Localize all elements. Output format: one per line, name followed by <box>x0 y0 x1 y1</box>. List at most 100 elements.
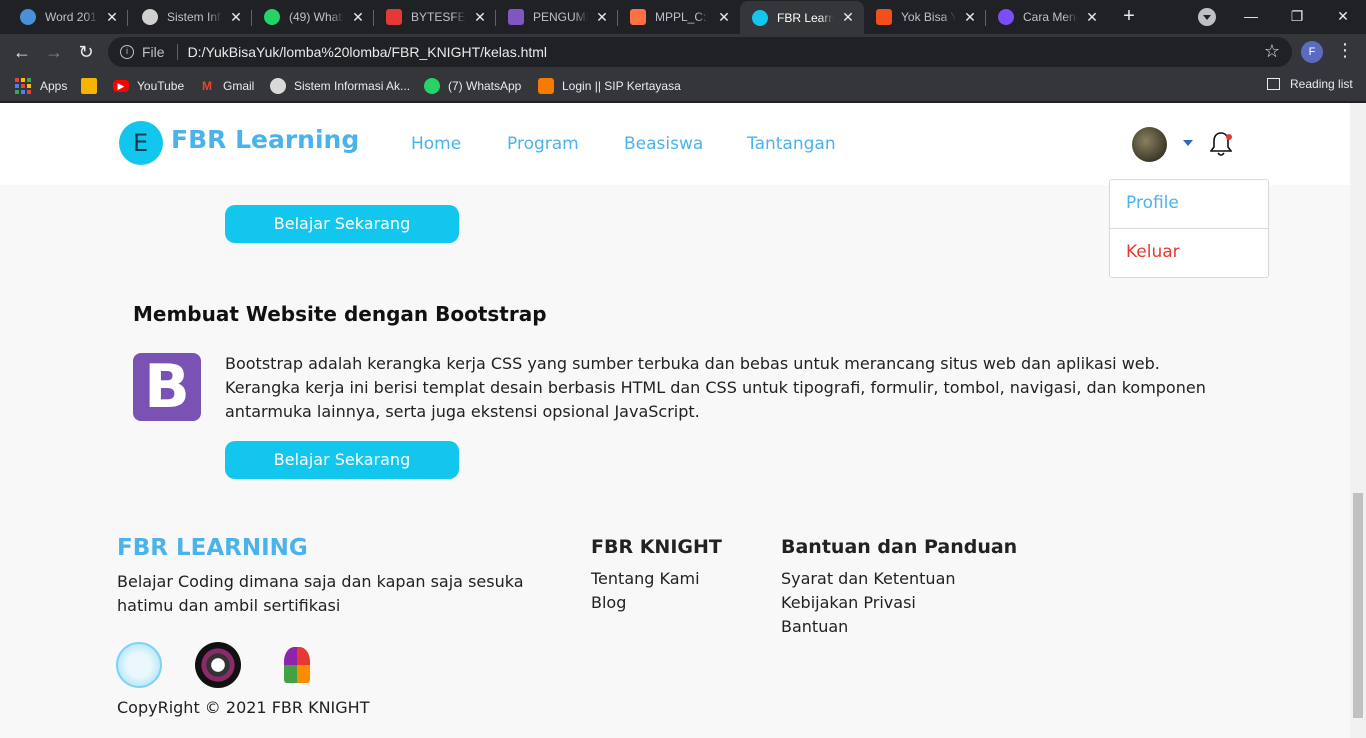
close-tab-icon[interactable]: ✕ <box>594 9 610 26</box>
course-description: Bootstrap adalah kerangka kerja CSS yang… <box>225 354 1206 421</box>
close-tab-icon[interactable]: ✕ <box>472 9 488 26</box>
page-viewport: ... Belajar Sekarang Membuat Website den… <box>0 103 1366 738</box>
browser-toolbar: ← → ↻ i File D:/YukBisaYuk/lomba%20lomba… <box>0 34 1366 70</box>
learn-now-button-bootstrap[interactable]: Belajar Sekarang <box>225 441 459 479</box>
bookmark-label: Sistem Informasi Ak... <box>294 79 411 93</box>
moodle-favicon-icon <box>630 9 646 25</box>
close-tab-icon[interactable]: ✕ <box>716 9 732 26</box>
footer-link-blog[interactable]: Blog <box>591 593 626 612</box>
tab-title: FBR Learning <box>777 10 834 25</box>
tab-title: MPPL_C: M <box>655 10 710 24</box>
bookmark-classroom[interactable] <box>81 77 105 95</box>
dropdown-logout[interactable]: Keluar <box>1126 242 1180 262</box>
close-window-button[interactable]: ✕ <box>1320 4 1366 28</box>
tab-cara-meng[interactable]: Cara Meng ✕ <box>986 2 1108 32</box>
reading-list-button[interactable]: Reading list <box>1267 77 1353 91</box>
nav-link-home[interactable]: Home <box>411 134 461 154</box>
reading-list-label: Reading list <box>1290 77 1353 91</box>
bookmark-star-icon[interactable]: ☆ <box>1264 41 1280 62</box>
tab-title: Word 2016 <box>45 10 98 24</box>
bookmark-label: YouTube <box>137 79 185 93</box>
tab-title: Sistem Info <box>167 10 222 24</box>
bookmark-gmail[interactable]: M Gmail <box>199 77 254 95</box>
info-icon[interactable]: i <box>120 45 134 59</box>
tab-title: (49) WhatsApp <box>289 10 344 24</box>
close-tab-icon[interactable]: ✕ <box>1084 9 1100 26</box>
nav-link-beasiswa[interactable]: Beasiswa <box>624 134 703 154</box>
tab-yok-bisa[interactable]: Yok Bisa Yo ✕ <box>864 2 986 32</box>
tab-word-2016[interactable]: Word 2016 ✕ <box>8 2 128 32</box>
minimize-button[interactable]: — <box>1228 4 1274 28</box>
browser-tab-strip: Word 2016 ✕ Sistem Info ✕ (49) WhatsApp … <box>0 0 1366 34</box>
tab-fbr-learning[interactable]: FBR Learning ✕ <box>740 1 864 34</box>
bookmark-label: (7) WhatsApp <box>448 79 522 93</box>
tab-whatsapp[interactable]: (49) WhatsApp ✕ <box>252 2 374 32</box>
close-tab-icon[interactable]: ✕ <box>104 9 120 26</box>
user-dropdown-menu: Profile Keluar <box>1109 179 1269 278</box>
bookmark-sistem-informasi[interactable]: Sistem Informasi Ak... <box>270 77 410 95</box>
gmail-icon: M <box>202 79 212 93</box>
bookmark-sip-kertayasa[interactable]: Login || SIP Kertayasa <box>538 77 681 95</box>
restore-button[interactable]: ❐ <box>1274 4 1320 28</box>
close-tab-icon[interactable]: ✕ <box>962 9 978 26</box>
forms-favicon-icon <box>508 9 524 25</box>
fbr-logo-icon[interactable] <box>119 121 163 165</box>
community-logo-icon <box>195 642 241 688</box>
footer-heading-fbr-knight: FBR KNIGHT <box>591 536 722 558</box>
dropdown-profile[interactable]: Profile <box>1126 193 1179 213</box>
sistem-info-favicon-icon <box>142 9 158 25</box>
university-logo-icon <box>116 642 162 688</box>
address-bar[interactable]: i File D:/YukBisaYuk/lomba%20lomba/FBR_K… <box>108 37 1292 67</box>
brand-name[interactable]: FBR Learning <box>171 125 359 154</box>
footer-copyright: CopyRight © 2021 FBR KNIGHT <box>117 698 370 717</box>
bootstrap-logo-icon: B <box>133 353 201 421</box>
close-tab-icon[interactable]: ✕ <box>350 9 366 26</box>
course-title: Membuat Website dengan Bootstrap <box>133 302 547 326</box>
close-tab-icon[interactable]: ✕ <box>228 9 244 26</box>
footer-link-bantuan[interactable]: Bantuan <box>781 617 848 636</box>
address-url[interactable]: D:/YukBisaYuk/lomba%20lomba/FBR_KNIGHT/k… <box>188 44 547 60</box>
sistem-informasi-icon <box>270 78 286 94</box>
tab-search-icon[interactable] <box>1198 8 1216 26</box>
partner-logo-icon <box>284 647 310 683</box>
user-avatar[interactable] <box>1132 127 1167 162</box>
address-scheme: File <box>142 44 165 60</box>
reading-list-icon <box>1267 78 1280 90</box>
nav-link-program[interactable]: Program <box>507 134 579 154</box>
chevron-down-icon[interactable] <box>1183 140 1193 151</box>
close-tab-icon[interactable]: ✕ <box>840 9 856 26</box>
learn-now-button-previous[interactable]: Belajar Sekarang <box>225 205 459 243</box>
footer-link-kebijakan[interactable]: Kebijakan Privasi <box>781 593 916 612</box>
tab-mppl[interactable]: MPPL_C: M ✕ <box>618 2 740 32</box>
footer-tagline: Belajar Coding dimana saja dan kapan saj… <box>117 572 524 615</box>
apps-grid-icon <box>15 78 31 94</box>
profile-avatar[interactable]: F <box>1301 41 1323 63</box>
reload-icon[interactable]: ↻ <box>74 40 98 64</box>
footer-link-syarat[interactable]: Syarat dan Ketentuan <box>781 569 956 588</box>
nav-link-tantangan[interactable]: Tantangan <box>747 134 836 154</box>
footer-link-tentang-kami[interactable]: Tentang Kami <box>591 569 700 588</box>
xampp-icon <box>538 78 554 94</box>
fbr-favicon-icon <box>752 9 768 26</box>
bookmark-apps[interactable]: Apps <box>15 77 67 95</box>
youtube-icon: ▶ <box>113 80 129 92</box>
scrollbar-thumb[interactable] <box>1353 493 1363 718</box>
bookmark-youtube[interactable]: ▶ YouTube <box>113 77 184 95</box>
tab-pengumpulan[interactable]: PENGUMPULAN ✕ <box>496 2 618 32</box>
tab-sistem-info[interactable]: Sistem Info ✕ <box>130 2 252 32</box>
tab-title: PENGUMPULAN <box>533 10 588 24</box>
footer-brand: FBR LEARNING <box>117 535 308 561</box>
bytesfest-favicon-icon <box>386 9 402 25</box>
page-scrollbar[interactable] <box>1350 103 1366 738</box>
new-tab-button[interactable]: + <box>1118 6 1140 28</box>
bookmark-whatsapp[interactable]: (7) WhatsApp <box>424 77 521 95</box>
menu-kebab-icon[interactable]: ⋮ <box>1336 40 1354 61</box>
address-divider <box>176 44 178 60</box>
forward-arrow-icon[interactable]: → <box>42 40 66 64</box>
tab-title: BYTESFEST <box>411 10 466 24</box>
cara-favicon-icon <box>998 9 1014 25</box>
tab-bytesfest[interactable]: BYTESFEST ✕ <box>374 2 496 32</box>
back-arrow-icon[interactable]: ← <box>10 40 34 64</box>
word-favicon-icon <box>20 9 36 25</box>
bookmarks-bar: Apps ▶ YouTube M Gmail Sistem Informasi … <box>0 70 1366 102</box>
